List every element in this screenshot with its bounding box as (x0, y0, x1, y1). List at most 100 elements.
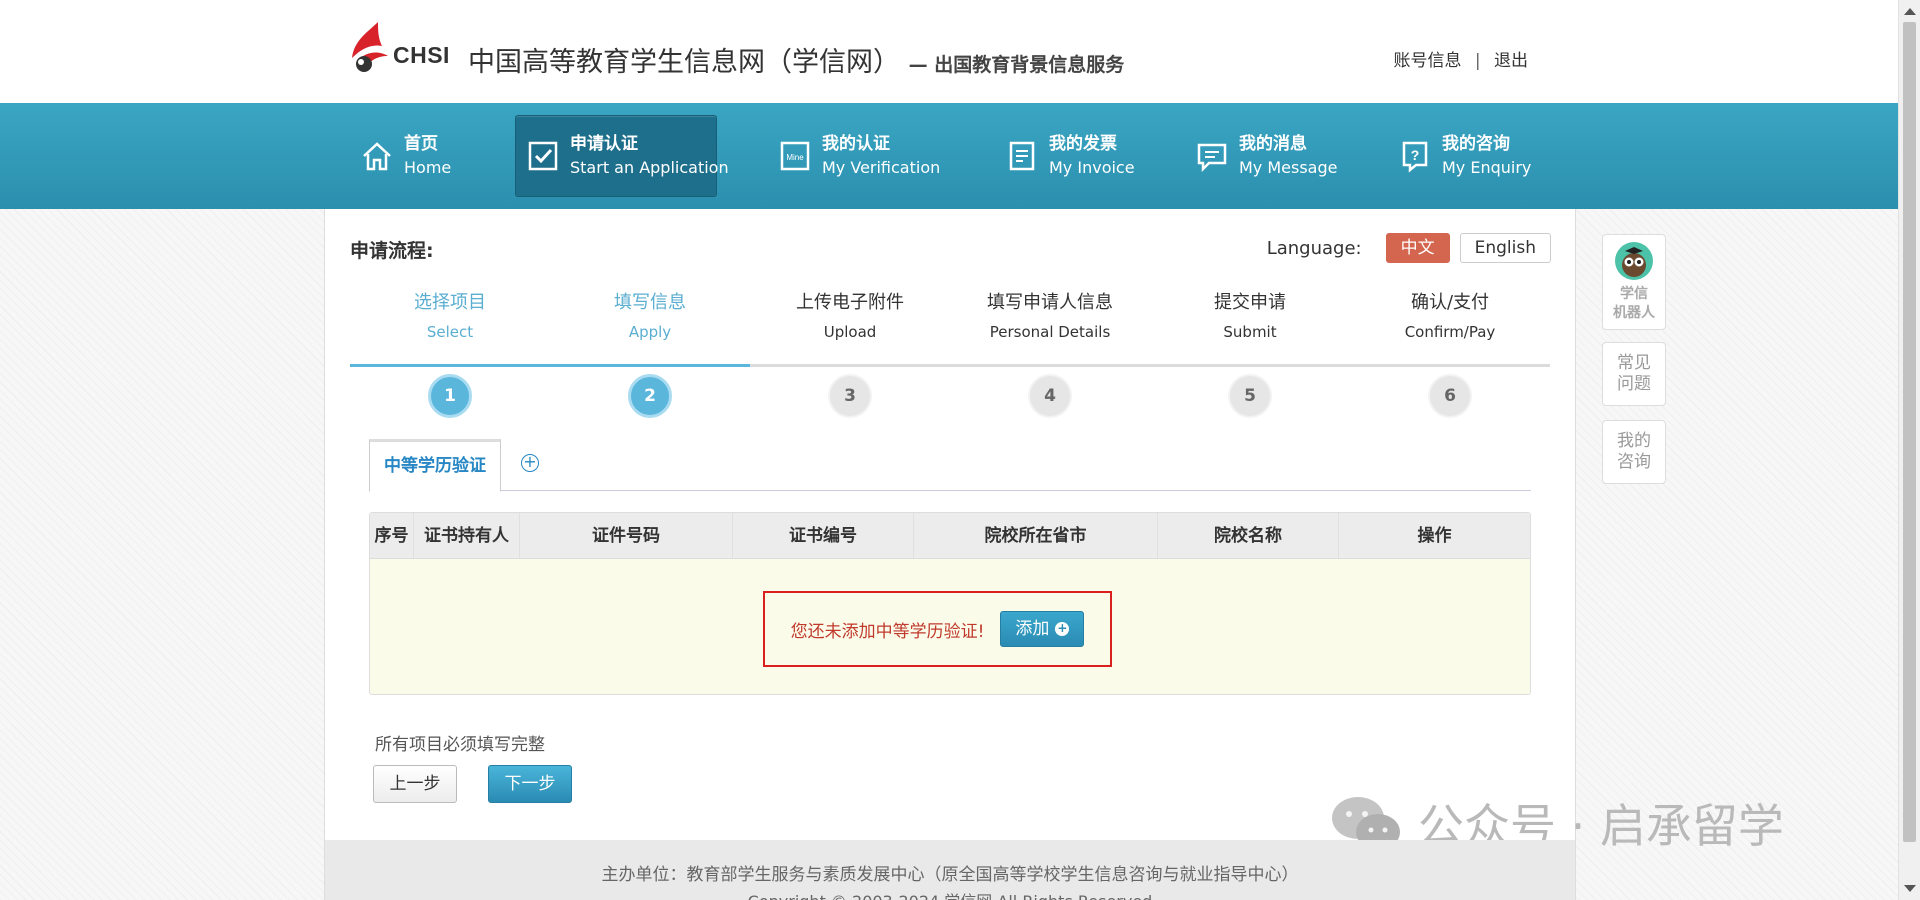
step-select: 选择项目 Select 1 (350, 289, 550, 418)
empty-message: 您还未添加中等学历验证! (790, 621, 985, 642)
page-scrollbar[interactable] (1898, 0, 1920, 900)
site-footer: 主办单位：教育部学生服务与素质发展中心（原全国高等学校学生信息咨询与就业指导中心… (324, 840, 1576, 900)
svg-text:?: ? (1411, 147, 1420, 163)
nav-my-invoice[interactable]: 我的发票 My Invoice (995, 115, 1155, 197)
invoice-icon (1009, 141, 1035, 171)
robot-owl-icon (1615, 242, 1653, 280)
step-select-en: Select (426, 323, 474, 341)
step-confirm-pay-en: Confirm/Pay (1404, 323, 1496, 341)
enquiry-label-2: 咨询 (1617, 452, 1651, 472)
enquiry-label-1: 我的 (1617, 431, 1651, 451)
side-faq-button[interactable]: 常见 问题 (1602, 342, 1666, 406)
flow-title: 申请流程: (350, 240, 434, 262)
nav-home[interactable]: 首页 Home (350, 115, 480, 197)
step-personal-details: 填写申请人信息 Personal Details 4 (950, 289, 1150, 418)
nav-my-verification[interactable]: Mine 我的认证 My Verification (768, 115, 948, 197)
nav-my-enquiry-en: My Enquiry (1442, 158, 1532, 177)
step-upload: 上传电子附件 Upload 3 (750, 289, 950, 418)
nav-my-verification-en: My Verification (822, 158, 941, 177)
empty-state: 您还未添加中等学历验证! 添加 + (763, 591, 1112, 667)
table-body: 您还未添加中等学历验证! 添加 + (370, 559, 1530, 694)
side-robot-button[interactable]: 学信 机器人 (1602, 234, 1666, 330)
progress-line-todo (750, 364, 1550, 367)
nav-start-application-cn: 申请认证 (570, 134, 638, 154)
top-link-separator: | (1474, 51, 1481, 71)
table-header: 序号 证书持有人 证件号码 证书编号 院校所在省市 院校名称 操作 (370, 513, 1530, 559)
col-school-location: 院校所在省市 (914, 513, 1158, 558)
svg-text:Mine: Mine (786, 153, 804, 162)
nav-home-cn: 首页 (404, 134, 438, 154)
step-submit-number: 5 (1228, 374, 1272, 418)
faq-label-1: 常见 (1617, 353, 1651, 373)
step-apply-cn: 填写信息 (614, 292, 686, 313)
faq-label-2: 问题 (1617, 374, 1651, 394)
step-submit-cn: 提交申请 (1214, 292, 1286, 313)
nav-start-application-en: Start an Application (570, 158, 729, 177)
step-apply: 填写信息 Apply 2 (550, 289, 750, 418)
robot-label-1: 学信 (1620, 286, 1648, 302)
progress-line-done (350, 364, 750, 367)
footer-copyright: Copyright © 2003-2024 学信网 All Rights Res… (325, 890, 1575, 900)
robot-label-2: 机器人 (1613, 305, 1655, 321)
nav-my-message[interactable]: 我的消息 My Message (1185, 115, 1355, 197)
plus-circle-icon: + (1055, 621, 1070, 636)
tab-secondary-education[interactable]: 中等学历验证 (369, 439, 501, 492)
verification-table: 序号 证书持有人 证件号码 证书编号 院校所在省市 院校名称 操作 您还未添加中… (369, 512, 1531, 695)
required-note: 所有项目必须填写完整 (375, 735, 545, 755)
logout-link[interactable]: 退出 (1494, 51, 1528, 71)
nav-my-enquiry-cn: 我的咨询 (1442, 134, 1510, 154)
step-confirm-pay-cn: 确认/支付 (1410, 292, 1490, 313)
add-tab-icon[interactable]: + (521, 454, 539, 472)
account-info-link[interactable]: 账号信息 (1393, 51, 1461, 71)
progress-steps: 选择项目 Select 1 填写信息 Apply 2 上传电子附件 Upload… (350, 289, 1550, 418)
col-action: 操作 (1417, 526, 1452, 546)
scroll-thumb[interactable] (1903, 22, 1916, 842)
mine-icon: Mine (780, 141, 810, 171)
step-select-number: 1 (428, 374, 472, 418)
add-button[interactable]: 添加 + (1000, 611, 1085, 647)
side-enquiry-button[interactable]: 我的 咨询 (1602, 420, 1666, 484)
language-switcher: Language: 中文 English (1267, 233, 1551, 263)
nav-my-message-cn: 我的消息 (1239, 134, 1307, 154)
scroll-up-arrow-icon[interactable] (1904, 8, 1916, 15)
scroll-down-arrow-icon[interactable] (1904, 885, 1916, 892)
top-links: 账号信息 | 退出 (1393, 46, 1528, 71)
verification-tabbar: 中等学历验证 + (369, 439, 1531, 492)
step-personal-details-en: Personal Details (989, 323, 1111, 341)
site-title: 中国高等教育学生信息网（学信网） — 出国教育背景信息服务 (468, 40, 1124, 79)
col-index: 序号 (370, 513, 414, 558)
step-select-cn: 选择项目 (414, 292, 486, 313)
enquiry-icon: ? (1402, 141, 1428, 173)
site-title-main: 中国高等教育学生信息网（学信网） (468, 47, 900, 78)
site-subtitle: — 出国教育背景信息服务 (908, 54, 1125, 76)
col-certificate-number: 证书编号 (733, 513, 914, 558)
next-step-button[interactable]: 下一步 (488, 765, 572, 803)
checkbox-icon (528, 141, 558, 171)
nav-my-message-en: My Message (1239, 158, 1338, 177)
prev-step-button[interactable]: 上一步 (373, 765, 457, 803)
step-personal-details-cn: 填写申请人信息 (987, 292, 1113, 313)
step-confirm-pay-number: 6 (1428, 374, 1472, 418)
main-nav: 首页 Home 申请认证 Start an Application Mine 我… (0, 103, 1898, 209)
language-label: Language: (1266, 237, 1362, 259)
step-upload-number: 3 (828, 374, 872, 418)
nav-start-application[interactable]: 申请认证 Start an Application (515, 115, 729, 197)
step-personal-details-number: 4 (1028, 374, 1072, 418)
step-submit-en: Submit (1223, 323, 1277, 341)
lang-english-button[interactable]: English (1459, 233, 1551, 263)
step-apply-en: Apply (628, 323, 672, 341)
col-holder: 证书持有人 (414, 513, 520, 558)
application-panel: 申请流程: Language: 中文 English 选择项目 Select 1… (324, 209, 1576, 840)
nav-home-en: Home (404, 158, 452, 177)
home-icon (363, 142, 391, 171)
nav-my-enquiry[interactable]: ? 我的咨询 My Enquiry (1388, 115, 1553, 197)
footer-sponsor: 主办单位：教育部学生服务与素质发展中心（原全国高等学校学生信息咨询与就业指导中心… (601, 865, 1299, 885)
col-id-number: 证件号码 (520, 513, 733, 558)
step-apply-number: 2 (628, 374, 672, 418)
col-school-name: 院校名称 (1158, 513, 1339, 558)
nav-my-verification-cn: 我的认证 (822, 134, 890, 154)
lang-chinese-button[interactable]: 中文 (1385, 233, 1450, 263)
step-upload-en: Upload (823, 323, 877, 341)
message-icon (1197, 143, 1227, 173)
nav-my-invoice-cn: 我的发票 (1049, 134, 1117, 154)
